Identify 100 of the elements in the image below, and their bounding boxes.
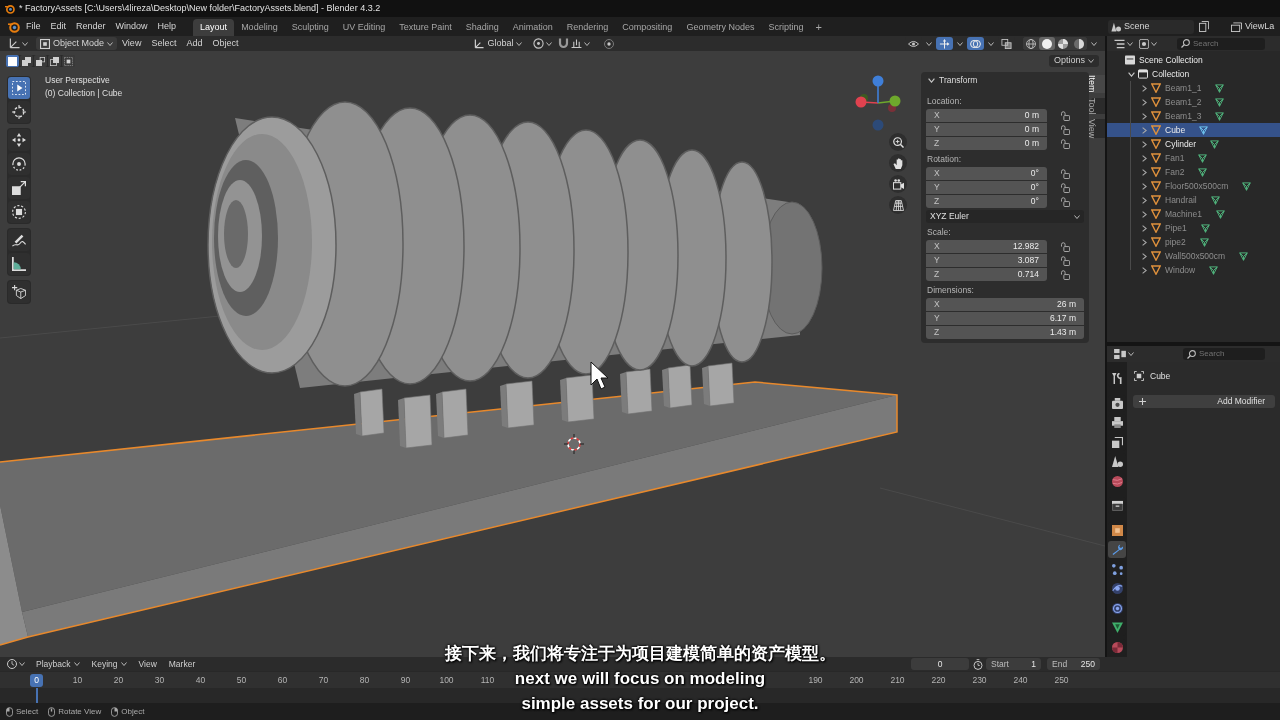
image-stack-icon[interactable] xyxy=(1231,21,1242,32)
menu-item[interactable]: Object xyxy=(207,37,244,50)
display-mode-button[interactable] xyxy=(1139,37,1157,50)
search-field[interactable]: Search xyxy=(1177,37,1265,50)
padlock-open-icon[interactable] xyxy=(1061,124,1070,135)
number-field[interactable]: Y 0° xyxy=(926,181,1047,194)
menu-item[interactable]: Add xyxy=(181,37,208,50)
tool-button[interactable] xyxy=(8,281,30,303)
outliner-row[interactable]: Fan1 xyxy=(1107,151,1280,165)
toggle-button[interactable] xyxy=(936,37,953,50)
padlock-open-icon[interactable] xyxy=(1061,168,1070,179)
tool-button[interactable] xyxy=(8,153,30,175)
menu-item[interactable]: Marker xyxy=(163,658,201,670)
editor-type-button[interactable] xyxy=(1113,347,1135,361)
selection-mode-button[interactable] xyxy=(48,55,61,67)
start-frame-field[interactable]: Start 1 xyxy=(986,658,1041,670)
outliner-row[interactable]: Pipe1 xyxy=(1107,221,1280,235)
end-frame-field[interactable]: End 250 xyxy=(1047,658,1100,670)
padlock-open-icon[interactable] xyxy=(1061,110,1070,121)
workspace-tab[interactable]: Layout xyxy=(193,19,235,36)
shading-mode-button[interactable] xyxy=(1055,37,1071,50)
app-logo-icon[interactable] xyxy=(8,20,20,33)
outliner-row[interactable]: Collection xyxy=(1107,67,1280,81)
number-field[interactable]: Z 0° xyxy=(926,195,1047,208)
sidebar-tab[interactable]: View xyxy=(1091,119,1105,139)
options-dropdown[interactable]: Options xyxy=(1048,55,1099,67)
workspace-tab[interactable]: Geometry Nodes xyxy=(679,19,762,36)
menu-item[interactable]: Help xyxy=(152,19,182,34)
current-frame-field[interactable]: 0 xyxy=(911,658,969,670)
padlock-open-icon[interactable] xyxy=(1061,241,1070,252)
number-field[interactable]: X 12.982 xyxy=(926,240,1047,253)
outliner-row[interactable]: Machine1 xyxy=(1107,207,1280,221)
snap-button[interactable] xyxy=(556,37,593,50)
navigation-gizmo[interactable] xyxy=(855,75,901,131)
panel-header[interactable]: Transform xyxy=(926,72,1084,89)
orientation-dropdown[interactable]: Global xyxy=(471,37,526,50)
workspace-tab[interactable]: Scripting xyxy=(761,19,811,36)
selection-mode-button[interactable] xyxy=(20,55,33,67)
toggle-button[interactable] xyxy=(998,37,1015,50)
proportional-edit-button[interactable] xyxy=(602,37,617,50)
menu-dropdown[interactable]: Keying xyxy=(86,658,132,670)
selection-mode-button[interactable] xyxy=(62,55,75,67)
selection-mode-button[interactable] xyxy=(6,55,19,67)
editor-type-button[interactable] xyxy=(7,37,30,50)
view-layer-selector[interactable]: ViewLa xyxy=(1245,19,1275,34)
search-field[interactable]: Search xyxy=(1183,348,1265,360)
editor-type-button[interactable] xyxy=(7,658,25,670)
sidebar-tab[interactable]: Item xyxy=(1091,75,1105,93)
padlock-open-icon[interactable] xyxy=(1061,182,1070,193)
number-field[interactable]: Y 0 m xyxy=(926,123,1047,136)
workspace-tab[interactable]: Sculpting xyxy=(284,19,336,36)
toggle-button[interactable] xyxy=(967,37,984,50)
tool-button[interactable] xyxy=(8,177,30,199)
pan-button[interactable] xyxy=(889,154,907,172)
pivot-button[interactable] xyxy=(531,37,555,50)
menu-item[interactable]: View xyxy=(117,37,147,50)
tool-button[interactable] xyxy=(8,229,30,251)
sidebar-tab[interactable]: Tool xyxy=(1091,97,1105,115)
outliner-row[interactable]: Wall500x500cm xyxy=(1107,249,1280,263)
tool-button[interactable] xyxy=(8,101,30,123)
outliner-row[interactable]: Floor500x500cm xyxy=(1107,179,1280,193)
tool-button[interactable] xyxy=(8,77,30,99)
number-field[interactable]: Z 0.714 xyxy=(926,268,1047,281)
outliner-row[interactable]: Beam1_1 xyxy=(1107,81,1280,95)
number-field[interactable]: Z 1.43 m xyxy=(926,326,1084,339)
menu-item[interactable]: Edit xyxy=(45,19,72,34)
number-field[interactable]: X 26 m xyxy=(926,298,1084,311)
editor-type-button[interactable] xyxy=(1114,37,1133,50)
selection-mode-button[interactable] xyxy=(34,55,47,67)
number-field[interactable]: X 0° xyxy=(926,167,1047,180)
playhead-frame[interactable]: 0 xyxy=(30,673,43,687)
number-field[interactable]: Y 6.17 m xyxy=(926,312,1084,325)
menu-item[interactable]: View xyxy=(133,658,162,670)
outliner-row[interactable]: Handrail xyxy=(1107,193,1280,207)
shading-mode-button[interactable] xyxy=(1023,37,1039,50)
tool-button[interactable] xyxy=(8,253,30,275)
shading-mode-button[interactable] xyxy=(1071,37,1087,50)
padlock-open-icon[interactable] xyxy=(1061,138,1070,149)
add-workspace-button[interactable]: + xyxy=(810,19,827,36)
workspace-tab[interactable]: Modeling xyxy=(234,19,285,36)
scene-selector[interactable]: Scene xyxy=(1108,19,1194,34)
padlock-open-icon[interactable] xyxy=(1061,269,1070,280)
padlock-open-icon[interactable] xyxy=(1061,196,1070,207)
menu-dropdown[interactable]: Playback xyxy=(31,658,85,670)
outliner-row[interactable]: Window xyxy=(1107,263,1280,277)
menu-item[interactable]: Render xyxy=(71,19,111,34)
number-field[interactable]: Z 0 m xyxy=(926,137,1047,150)
perspective-button[interactable] xyxy=(889,196,907,214)
tool-button[interactable] xyxy=(8,129,30,151)
menu-item[interactable]: File xyxy=(21,19,46,34)
number-field[interactable]: X 0 m xyxy=(926,109,1047,122)
padlock-open-icon[interactable] xyxy=(1061,255,1070,266)
outliner-row[interactable]: Cylinder xyxy=(1107,137,1280,151)
workspace-tab[interactable]: Animation xyxy=(505,19,560,36)
menu-item[interactable]: Select xyxy=(146,37,182,50)
tool-button[interactable] xyxy=(8,201,30,223)
zoom-button[interactable] xyxy=(889,133,907,151)
menu-item[interactable]: Window xyxy=(110,19,153,34)
add-modifier-button[interactable]: Add Modifier xyxy=(1133,395,1275,408)
duplicate-icon[interactable] xyxy=(1199,21,1209,32)
